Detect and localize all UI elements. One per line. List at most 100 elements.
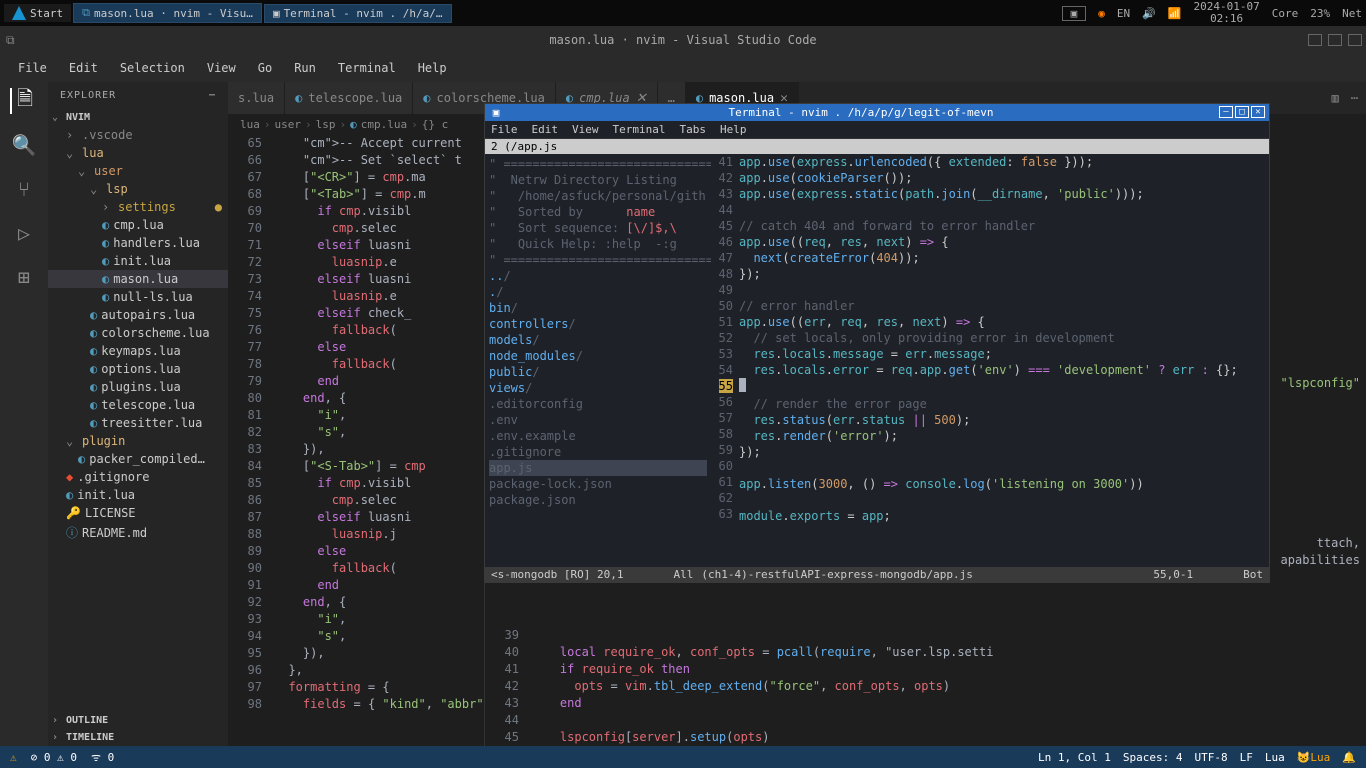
lua-status[interactable]: 😺Lua: [1297, 751, 1331, 764]
term-menu-edit[interactable]: Edit: [532, 123, 559, 136]
term-menu-view[interactable]: View: [572, 123, 599, 136]
debug-icon[interactable]: ▷: [11, 220, 37, 246]
cursor-position[interactable]: Ln 1, Col 1: [1038, 751, 1111, 764]
more-icon[interactable]: ⋯: [209, 90, 216, 101]
term-menu-help[interactable]: Help: [720, 123, 747, 136]
editor-pane-left[interactable]: 65 66 67 68 69 70 71 72 73 74 75 76 77 7…: [228, 135, 484, 746]
firefox-icon[interactable]: ◉: [1098, 7, 1105, 20]
more-icon[interactable]: ⋯: [1351, 91, 1358, 105]
extensions-icon[interactable]: ⊞: [11, 264, 37, 290]
vscode-menubar: File Edit Selection View Go Run Terminal…: [0, 54, 1366, 82]
code-content[interactable]: "cm">-- Accept current "cm">-- Set `sele…: [274, 135, 484, 746]
maximize-button[interactable]: □: [1235, 106, 1249, 118]
lang-indicator[interactable]: EN: [1117, 7, 1130, 20]
taskbar-tray: ▣ ◉ EN 🔊 📶 2024-01-07 02:16 Core 23% Net: [1062, 1, 1362, 25]
tree-lsp-folder[interactable]: ⌄lsp: [48, 180, 228, 198]
app-menu-icon[interactable]: ⧉: [6, 33, 15, 48]
netrw-pane[interactable]: " ================================ " Net…: [485, 154, 711, 567]
tree-nullls-file[interactable]: ◐ null-ls.lua: [48, 288, 228, 306]
tree-lua-folder[interactable]: ⌄lua: [48, 144, 228, 162]
tree-treesitter-file[interactable]: ◐ treesitter.lua: [48, 414, 228, 432]
bell-icon[interactable]: 🔔: [1342, 751, 1356, 764]
terminal-tab[interactable]: 2 (/app.js: [485, 139, 1269, 154]
term-menu-tabs[interactable]: Tabs: [679, 123, 706, 136]
section-nvim[interactable]: ⌄NVIM: [48, 109, 228, 126]
encoding[interactable]: UTF-8: [1194, 751, 1227, 764]
minimize-button[interactable]: [1308, 34, 1322, 46]
vscode-icon: ⧉: [82, 6, 90, 20]
tree-readme-file[interactable]: ⓘ README.md: [48, 522, 228, 543]
file-tree: ›.vscode ⌄lua ⌄user ⌄lsp ›settings● ◐ cm…: [48, 126, 228, 712]
term-menu-file[interactable]: File: [491, 123, 518, 136]
terminal-window: ▣ Terminal - nvim . /h/a/p/g/legit-of-me…: [484, 103, 1270, 583]
status-bar: ⚠ ⊘ 0 ⚠ 0 ᯤ 0 Ln 1, Col 1 Spaces: 4 UTF-…: [0, 746, 1366, 768]
close-button[interactable]: [1348, 34, 1362, 46]
tree-vscode-folder[interactable]: ›.vscode: [48, 126, 228, 144]
search-icon[interactable]: 🔍: [11, 132, 37, 158]
split-editor-icon[interactable]: ▥: [1332, 91, 1339, 105]
terminal-icon: ▣: [273, 7, 280, 20]
window-title: mason.lua · nvim - Visual Studio Code: [549, 33, 816, 47]
menu-terminal[interactable]: Terminal: [328, 57, 406, 79]
indent-setting[interactable]: Spaces: 4: [1123, 751, 1183, 764]
tab-s-lua[interactable]: s.lua: [228, 82, 285, 114]
maximize-button[interactable]: [1328, 34, 1342, 46]
eol[interactable]: LF: [1240, 751, 1253, 764]
tree-plugins-file[interactable]: ◐ plugins.lua: [48, 378, 228, 396]
tree-init-file[interactable]: ◐ init.lua: [48, 486, 228, 504]
term-menu-terminal[interactable]: Terminal: [613, 123, 666, 136]
section-outline[interactable]: ›OUTLINE: [48, 712, 228, 729]
clock[interactable]: 2024-01-07 02:16: [1194, 1, 1260, 25]
system-taskbar: Start ⧉ mason.lua · nvim - Visu… ▣ Termi…: [0, 0, 1366, 26]
vscode-titlebar: ⧉ mason.lua · nvim - Visual Studio Code: [0, 26, 1366, 54]
language-mode[interactable]: Lua: [1265, 751, 1285, 764]
section-timeline[interactable]: ›TIMELINE: [48, 729, 228, 746]
menu-file[interactable]: File: [8, 57, 57, 79]
tree-telescope-file[interactable]: ◐ telescope.lua: [48, 396, 228, 414]
tree-packer-file[interactable]: ◐ packer_compiled…: [48, 450, 228, 468]
menu-run[interactable]: Run: [284, 57, 326, 79]
menu-help[interactable]: Help: [408, 57, 457, 79]
error-count[interactable]: ⊘ 0 ⚠ 0: [31, 751, 77, 764]
tree-handlers-file[interactable]: ◐ handlers.lua: [48, 234, 228, 252]
tree-keymaps-file[interactable]: ◐ keymaps.lua: [48, 342, 228, 360]
menu-view[interactable]: View: [197, 57, 246, 79]
menu-go[interactable]: Go: [248, 57, 282, 79]
tree-init-lsp-file[interactable]: ◐ init.lua: [48, 252, 228, 270]
signal-icon[interactable]: 📶: [1168, 7, 1182, 20]
tree-gitignore-file[interactable]: ◆ .gitignore: [48, 468, 228, 486]
explorer-title: EXPLORER ⋯: [48, 82, 228, 109]
tab-telescope[interactable]: ◐telescope.lua: [285, 82, 413, 114]
tree-user-folder[interactable]: ⌄user: [48, 162, 228, 180]
tree-cmp-file[interactable]: ◐ cmp.lua: [48, 216, 228, 234]
tree-settings-folder[interactable]: ›settings●: [48, 198, 228, 216]
close-button[interactable]: ✕: [1251, 106, 1265, 118]
line-gutter: 65 66 67 68 69 70 71 72 73 74 75 76 77 7…: [228, 135, 274, 746]
cpu-percent: 23%: [1310, 7, 1330, 20]
taskbar-app-terminal[interactable]: ▣ Terminal - nvim . /h/a/…: [264, 4, 452, 23]
radio-count[interactable]: ᯤ 0: [91, 750, 114, 765]
tray-box-icon[interactable]: ▣: [1062, 6, 1087, 21]
tree-license-file[interactable]: 🔑 LICENSE: [48, 504, 228, 522]
start-button[interactable]: Start: [4, 4, 71, 22]
tree-autopairs-file[interactable]: ◐ autopairs.lua: [48, 306, 228, 324]
explorer-icon[interactable]: 🗎: [10, 88, 36, 114]
tree-options-file[interactable]: ◐ options.lua: [48, 360, 228, 378]
terminal-menubar: File Edit View Terminal Tabs Help: [485, 121, 1269, 139]
tree-mason-file[interactable]: ◐ mason.lua: [48, 270, 228, 288]
menu-edit[interactable]: Edit: [59, 57, 108, 79]
tree-plugin-folder[interactable]: ⌄plugin: [48, 432, 228, 450]
sidebar: EXPLORER ⋯ ⌄NVIM ›.vscode ⌄lua ⌄user ⌄ls…: [48, 82, 228, 746]
vim-code-pane[interactable]: 41 42 43 44 45 46 47 48 49 50 51 52 53 5…: [711, 154, 1269, 567]
terminal-titlebar[interactable]: ▣ Terminal - nvim . /h/a/p/g/legit-of-me…: [485, 104, 1269, 121]
vim-status-line: <s-mongodb [RO] 20,1 All (ch1-4)-restful…: [485, 567, 1269, 582]
volume-icon[interactable]: 🔊: [1142, 7, 1156, 20]
net-label: Net: [1342, 7, 1362, 20]
minimize-button[interactable]: –: [1219, 106, 1233, 118]
menu-selection[interactable]: Selection: [110, 57, 195, 79]
taskbar-app-vscode[interactable]: ⧉ mason.lua · nvim - Visu…: [73, 3, 262, 23]
activity-bar: 🗎 🔍 ⑂ ▷ ⊞: [0, 82, 48, 746]
warning-icon[interactable]: ⚠: [10, 751, 17, 764]
tree-colorscheme-file[interactable]: ◐ colorscheme.lua: [48, 324, 228, 342]
source-control-icon[interactable]: ⑂: [11, 176, 37, 202]
